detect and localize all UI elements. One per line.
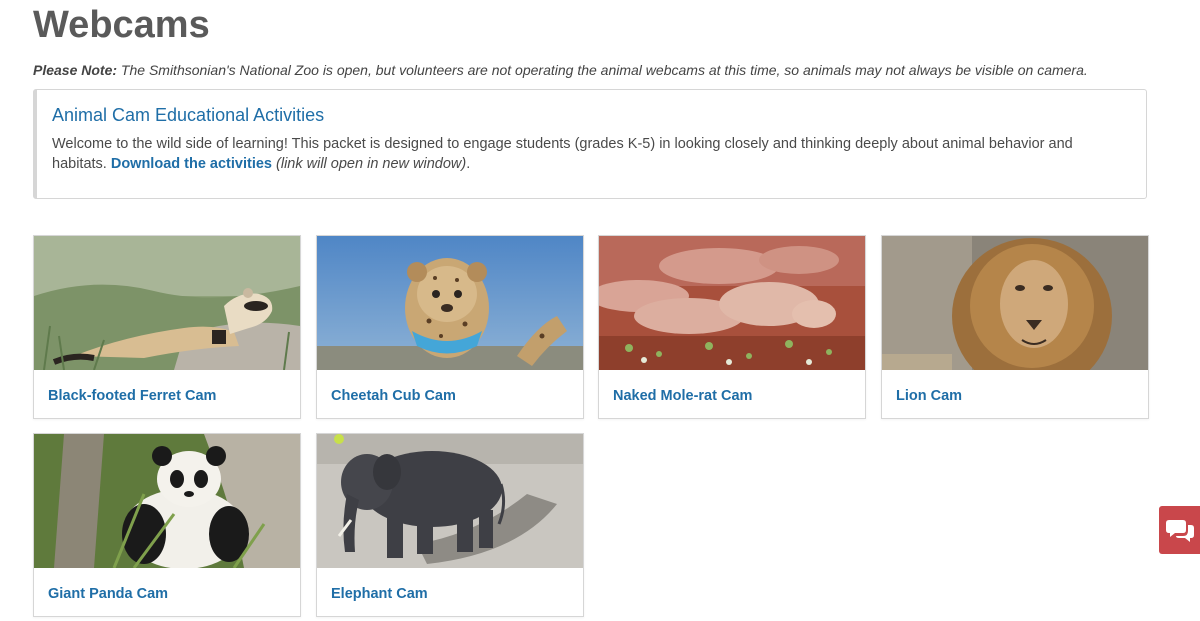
chat-bubbles-icon [1166, 520, 1194, 542]
cam-card-label[interactable]: Giant Panda Cam [48, 585, 168, 603]
cam-card-label[interactable]: Naked Mole-rat Cam [613, 387, 752, 405]
ferret-image [34, 236, 300, 370]
cam-card-ferret[interactable]: Black-footed Ferret Cam [33, 235, 301, 419]
activities-end: . [466, 156, 471, 172]
educational-activities-box: Animal Cam Educational Activities Welcom… [33, 89, 1147, 199]
lion-image [882, 236, 1148, 370]
note-label: Please Note: [33, 62, 118, 78]
cam-card-cheetah[interactable]: Cheetah Cub Cam [316, 235, 584, 419]
ferret-photo[interactable] [34, 236, 300, 370]
please-note: Please Note: The Smithsonian's National … [33, 61, 1183, 79]
cheetah-image [317, 236, 583, 370]
elephant-photo[interactable] [317, 434, 583, 568]
cam-card-label[interactable]: Elephant Cam [331, 585, 428, 603]
cam-card-panda[interactable]: Giant Panda Cam [33, 433, 301, 617]
elephant-image [317, 434, 583, 568]
activities-description: Welcome to the wild side of learning! Th… [52, 134, 1112, 174]
webcams-page: Webcams Please Note: The Smithsonian's N… [0, 0, 1200, 621]
panda-image [34, 434, 300, 568]
cam-card-label[interactable]: Black-footed Ferret Cam [48, 387, 216, 405]
activities-title-link[interactable]: Animal Cam Educational Activities [52, 103, 324, 127]
giant-panda-photo[interactable] [34, 434, 300, 568]
cam-card-label[interactable]: Lion Cam [896, 387, 962, 405]
page-title: Webcams [33, 4, 210, 46]
mole-rat-image [599, 236, 865, 370]
cam-card-elephant[interactable]: Elephant Cam [316, 433, 584, 617]
cam-card-lion[interactable]: Lion Cam [881, 235, 1149, 419]
cheetah-cub-photo[interactable] [317, 236, 583, 370]
note-text: The Smithsonian's National Zoo is open, … [117, 62, 1088, 78]
download-activities-link[interactable]: Download the activities [111, 156, 272, 172]
link-note: (link will open in new window) [272, 156, 467, 172]
chat-button[interactable] [1159, 506, 1200, 554]
cam-card-label[interactable]: Cheetah Cub Cam [331, 387, 456, 405]
naked-mole-rat-photo[interactable] [599, 236, 865, 370]
lion-photo[interactable] [882, 236, 1148, 370]
cam-card-mole-rat[interactable]: Naked Mole-rat Cam [598, 235, 866, 419]
